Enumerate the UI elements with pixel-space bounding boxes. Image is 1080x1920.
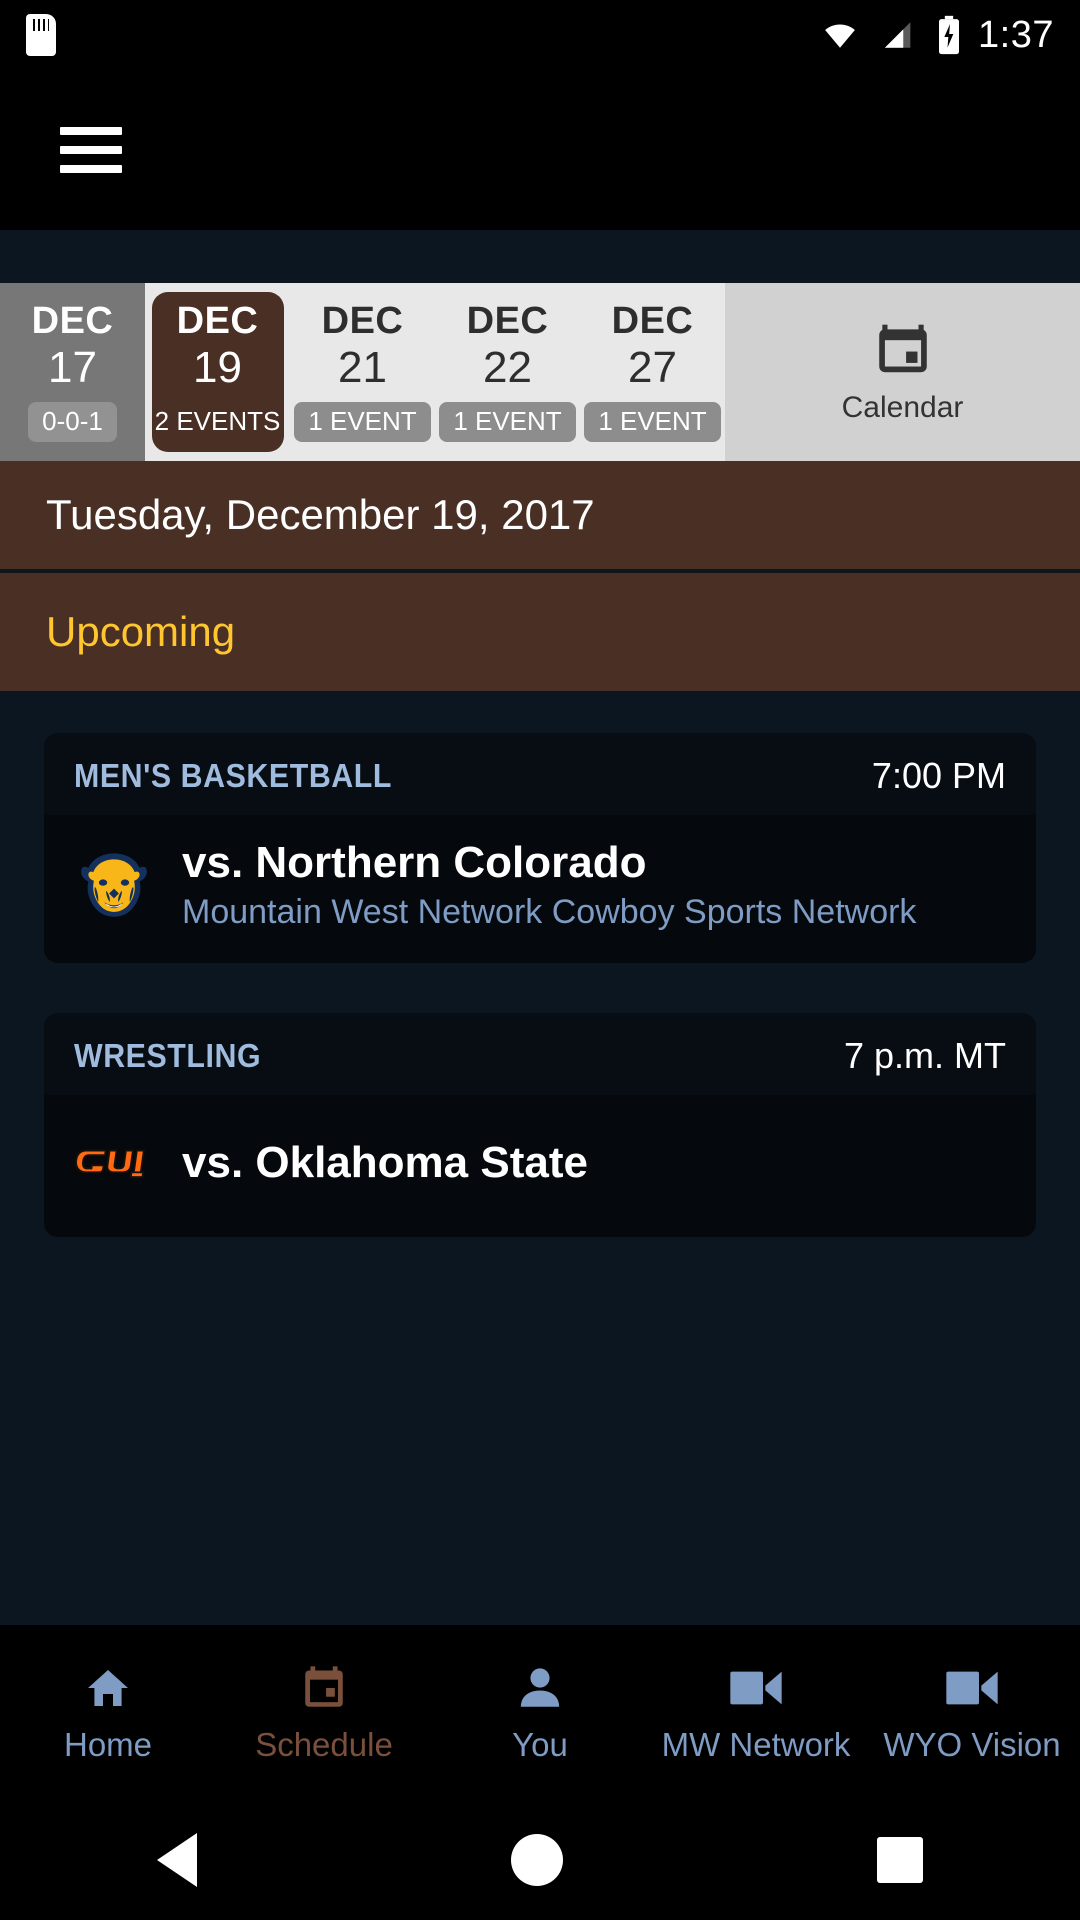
hamburger-menu-icon[interactable] [60, 127, 122, 173]
app-bar [0, 70, 1080, 230]
android-navigation-bar [0, 1800, 1080, 1920]
date-month: DEC [611, 300, 694, 343]
date-cell-dec-27[interactable]: DEC 27 1 EVENT [580, 283, 725, 461]
event-card-header: WRESTLING 7 p.m. MT [44, 1013, 1036, 1096]
event-time: 7:00 PM [871, 755, 1006, 796]
date-day: 17 [48, 343, 97, 393]
appbar-spacer [0, 230, 1080, 283]
video-camera-icon [728, 1662, 784, 1714]
date-month: DEC [466, 300, 549, 343]
wifi-icon [825, 24, 855, 48]
recents-square-icon[interactable] [877, 1837, 923, 1883]
date-strip[interactable]: DEC 17 0-0-1 DEC 19 2 EVENTS DEC 21 1 EV… [0, 283, 1080, 461]
date-badge: 2 EVENTS [154, 405, 281, 436]
nav-item-label: You [512, 1725, 568, 1763]
date-cell-dec-17[interactable]: DEC 17 0-0-1 [0, 283, 145, 461]
oklahoma-state-osu-logo [74, 1123, 154, 1203]
back-triangle-icon[interactable] [157, 1833, 197, 1887]
date-badge: 1 EVENT [584, 401, 721, 442]
selected-date-text: Tuesday, December 19, 2017 [46, 491, 595, 538]
event-card-body: vs. Northern Colorado Mountain West Netw… [44, 815, 1036, 963]
status-bar-right: 1:37 [818, 14, 1054, 57]
date-badge: 1 EVENT [294, 401, 431, 442]
date-day: 21 [338, 343, 387, 393]
calendar-button[interactable]: Calendar [725, 283, 1080, 461]
event-match-text: vs. Northern Colorado Mountain West Netw… [182, 837, 1006, 933]
event-sport-label: MEN'S BASKETBALL [74, 757, 392, 794]
date-month: DEC [176, 300, 259, 343]
nav-item-schedule[interactable]: Schedule [216, 1662, 432, 1764]
person-icon [512, 1662, 568, 1714]
event-time: 7 p.m. MT [843, 1035, 1006, 1077]
event-card-header: MEN'S BASKETBALL 7:00 PM [44, 733, 1036, 815]
date-badge: 0-0-1 [28, 401, 117, 442]
status-bar: 1:37 [0, 0, 1080, 70]
video-camera-icon [944, 1662, 1000, 1714]
calendar-button-label: Calendar [841, 391, 964, 424]
event-card-wrestling[interactable]: WRESTLING 7 p.m. MT vs. Oklahoma State [44, 1013, 1036, 1238]
date-day: 27 [628, 343, 677, 393]
nav-item-mw-network[interactable]: MW Network [648, 1662, 864, 1764]
nav-item-wyo-vision[interactable]: WYO Vision [864, 1662, 1080, 1764]
home-circle-icon[interactable] [511, 1834, 563, 1886]
date-cell-dec-19[interactable]: DEC 19 2 EVENTS [145, 283, 290, 461]
date-day: 22 [483, 343, 532, 393]
date-day: 19 [193, 343, 242, 393]
nav-item-label: Schedule [255, 1725, 393, 1763]
event-card-mens-basketball[interactable]: MEN'S BASKETBALL 7:00 PM vs. Northern Co… [44, 733, 1036, 964]
status-bar-left [26, 14, 56, 56]
signal-icon [884, 22, 911, 48]
calendar-icon [296, 1662, 352, 1714]
calendar-icon [878, 324, 927, 373]
status-bar-clock: 1:37 [978, 13, 1054, 56]
nav-item-home[interactable]: Home [0, 1662, 216, 1764]
section-header-upcoming: Upcoming [0, 573, 1080, 691]
date-month: DEC [31, 300, 114, 343]
event-opponent: vs. Oklahoma State [182, 1138, 588, 1188]
event-sport-label: WRESTLING [74, 1037, 262, 1075]
northern-colorado-bear-logo [74, 845, 154, 925]
event-networks: Mountain West Network Cowboy Sports Netw… [182, 892, 917, 931]
date-cell-dec-22[interactable]: DEC 22 1 EVENT [435, 283, 580, 461]
nav-item-label: MW Network [661, 1725, 851, 1763]
event-opponent: vs. Northern Colorado [182, 838, 647, 887]
section-title: Upcoming [46, 608, 236, 655]
sd-card-icon [26, 14, 56, 56]
selected-date-header: Tuesday, December 19, 2017 [0, 461, 1080, 573]
date-cell-dec-21[interactable]: DEC 21 1 EVENT [290, 283, 435, 461]
nav-item-label: WYO Vision [883, 1725, 1061, 1763]
battery-charging-icon [939, 15, 960, 55]
home-icon [80, 1662, 136, 1714]
events-list: MEN'S BASKETBALL 7:00 PM vs. Northern Co… [0, 691, 1080, 1238]
date-badge: 1 EVENT [439, 401, 576, 442]
event-match-text: vs. Oklahoma State [182, 1137, 1006, 1189]
nav-item-label: Home [63, 1725, 153, 1763]
bottom-navigation-bar: Home Schedule You MW Network WYO Vision [0, 1625, 1080, 1800]
nav-item-you[interactable]: You [432, 1662, 648, 1764]
event-card-body: vs. Oklahoma State [44, 1095, 1036, 1237]
date-month: DEC [321, 300, 404, 343]
app-screen: 1:37 DEC 17 0-0-1 DEC 19 2 EVENTS DEC 21… [0, 0, 1080, 1920]
